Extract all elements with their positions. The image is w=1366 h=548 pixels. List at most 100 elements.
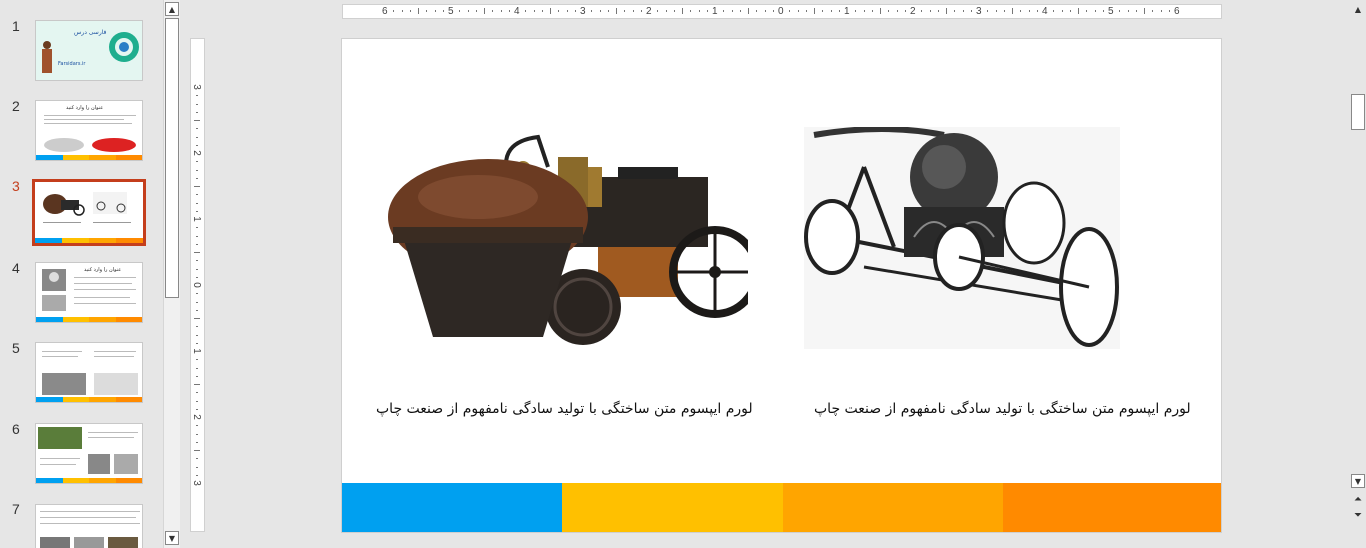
ruler-tick	[1086, 10, 1088, 12]
ruler-tick	[196, 136, 198, 138]
previous-slide-button[interactable]: ⏶	[1351, 492, 1365, 506]
slide-number: 7	[12, 501, 20, 517]
ruler-tick	[196, 276, 198, 278]
steam-carriage-drawing[interactable]	[804, 127, 1120, 349]
ruler-tick	[880, 8, 881, 14]
ruler-tick	[196, 227, 198, 229]
ruler-tick	[196, 342, 198, 344]
ruler-tick	[525, 10, 527, 12]
ruler-tick	[566, 10, 568, 12]
ruler-tick	[731, 10, 733, 12]
ruler-tick	[1053, 10, 1055, 12]
scroll-down-button[interactable]: ▼	[1351, 474, 1365, 488]
ruler-tick	[196, 268, 198, 270]
ruler-tick	[822, 10, 824, 12]
ruler-tick	[196, 128, 198, 130]
slide-color-bar	[342, 483, 1221, 532]
ruler-tick	[904, 10, 906, 12]
triangle-up-icon: ▲	[1354, 4, 1362, 14]
ruler-tick	[196, 375, 198, 377]
ruler-tick	[558, 10, 560, 12]
ruler-tick	[500, 10, 502, 12]
ruler-tick	[830, 10, 832, 12]
ruler-tick	[196, 95, 198, 97]
ruler-tick	[698, 10, 700, 12]
scroll-up-button[interactable]: ▲	[1351, 2, 1365, 16]
ruler-tick	[196, 334, 198, 336]
ruler-label: 1	[190, 216, 202, 222]
caption-right[interactable]: لورم ایپسوم متن ساختگی با تولید سادگی نا…	[814, 401, 1191, 417]
steam-carriage-photo[interactable]	[388, 127, 748, 367]
scroll-down-button[interactable]: ▼	[165, 531, 179, 545]
ruler-tick	[797, 10, 799, 12]
ruler-tick	[772, 10, 774, 12]
ruler-tick	[196, 326, 198, 328]
ruler-tick	[1094, 10, 1096, 12]
slide-preview[interactable]: فارسی درس Farsidars.ir	[35, 20, 143, 81]
ruler-tick	[739, 10, 741, 12]
ruler-tick	[921, 10, 923, 12]
cars-preview-icon	[44, 115, 136, 152]
ruler-tick	[1144, 8, 1145, 14]
ruler-label: 0	[190, 282, 202, 288]
horizontal-ruler[interactable]: 6 5 4 3 2 1 0 1 2 3 4 5 6	[342, 4, 1222, 19]
ruler-tick	[467, 10, 469, 12]
ruler-tick	[196, 111, 198, 113]
ruler-tick	[196, 458, 198, 460]
ruler-tick	[1160, 10, 1162, 12]
scroll-thumb[interactable]	[1351, 94, 1365, 130]
scroll-thumb[interactable]	[165, 18, 179, 298]
thumb-color-bar	[36, 478, 142, 483]
slide-preview-selected[interactable]	[32, 179, 146, 246]
caption-left[interactable]: لورم ایپسوم متن ساختگی با تولید سادگی نا…	[376, 401, 753, 417]
ruler-label: 4	[1042, 6, 1048, 17]
slide-preview[interactable]: عنوان را وارد کنید	[35, 100, 143, 161]
ruler-tick	[508, 10, 510, 12]
ruler-tick	[194, 186, 200, 187]
ruler-tick	[1003, 10, 1005, 12]
slide-preview[interactable]	[35, 504, 143, 548]
ruler-tick	[1135, 10, 1137, 12]
slide-thumbnails-pane: 1 فارسی درس Farsidars.ir 2 عنوان را وارد…	[0, 0, 165, 548]
slide-canvas[interactable]: لورم ایپسوم متن ساختگی با تولید سادگی نا…	[341, 38, 1222, 533]
thumbnails-scrollbar[interactable]: ▲ ▼	[163, 0, 180, 548]
bar-orange	[1002, 483, 1221, 532]
ruler-tick	[748, 8, 749, 14]
slide-preview[interactable]	[35, 342, 143, 403]
vertical-ruler[interactable]: 3 2 1 0 1 2 3	[190, 38, 205, 532]
ruler-tick	[962, 10, 964, 12]
images-preview-icon	[40, 511, 140, 548]
vehicles-preview-icon	[38, 427, 138, 474]
bar-amber	[782, 483, 1003, 532]
ruler-tick	[196, 474, 198, 476]
slide-preview[interactable]: عنوان را وارد کنید	[35, 262, 143, 323]
ruler-tick	[657, 10, 659, 12]
ruler-tick	[550, 8, 551, 14]
ruler-tick	[196, 243, 198, 245]
ruler-tick	[401, 10, 403, 12]
triangle-down-icon: ▼	[1354, 476, 1362, 486]
ruler-tick	[838, 10, 840, 12]
editor-scrollbar[interactable]: ▲ ▼ ⏶ ⏷	[1349, 0, 1366, 548]
ruler-tick	[196, 466, 198, 468]
ruler-tick	[196, 194, 198, 196]
next-slide-button[interactable]: ⏷	[1351, 508, 1365, 522]
double-down-icon: ⏷	[1354, 509, 1362, 521]
scroll-up-button[interactable]: ▲	[165, 2, 179, 16]
steam-car-preview-icon	[43, 192, 131, 223]
ruler-label: 5	[1108, 6, 1114, 17]
ruler-tick	[196, 169, 198, 171]
ruler-tick	[541, 10, 543, 12]
ruler-tick	[434, 10, 436, 12]
ruler-tick	[599, 10, 601, 12]
slide-preview[interactable]	[35, 423, 143, 484]
ruler-tick	[533, 10, 535, 12]
ruler-label: 2	[910, 6, 916, 17]
triangle-down-icon: ▼	[168, 533, 176, 543]
ruler-tick	[196, 433, 198, 435]
ruler-tick	[995, 10, 997, 12]
ruler-tick	[1127, 10, 1129, 12]
ruler-tick	[632, 10, 634, 12]
ruler-tick	[888, 10, 890, 12]
ruler-tick	[937, 10, 939, 12]
